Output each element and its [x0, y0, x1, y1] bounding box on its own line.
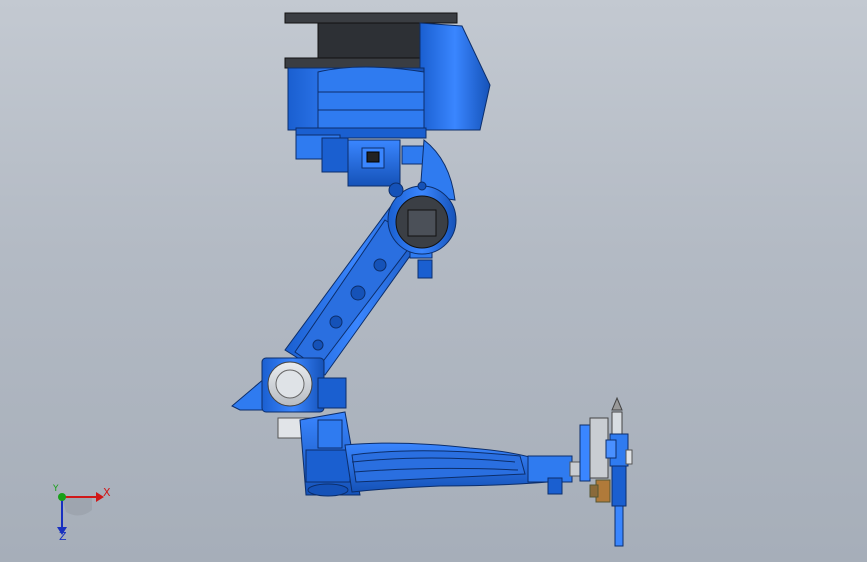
welding-torch[interactable] [605, 396, 633, 547]
robot-arm-model[interactable] [0, 0, 867, 562]
triad-z-label: Z [59, 530, 67, 543]
forearm[interactable] [344, 442, 581, 495]
graphics-viewport[interactable]: X Y Z [0, 0, 867, 562]
orientation-triad[interactable] [57, 492, 104, 535]
triad-y-label: Y [53, 484, 59, 494]
triad-x-label: X [103, 486, 111, 499]
triad-y-axis [58, 493, 66, 501]
wrist-flange[interactable] [579, 417, 611, 503]
